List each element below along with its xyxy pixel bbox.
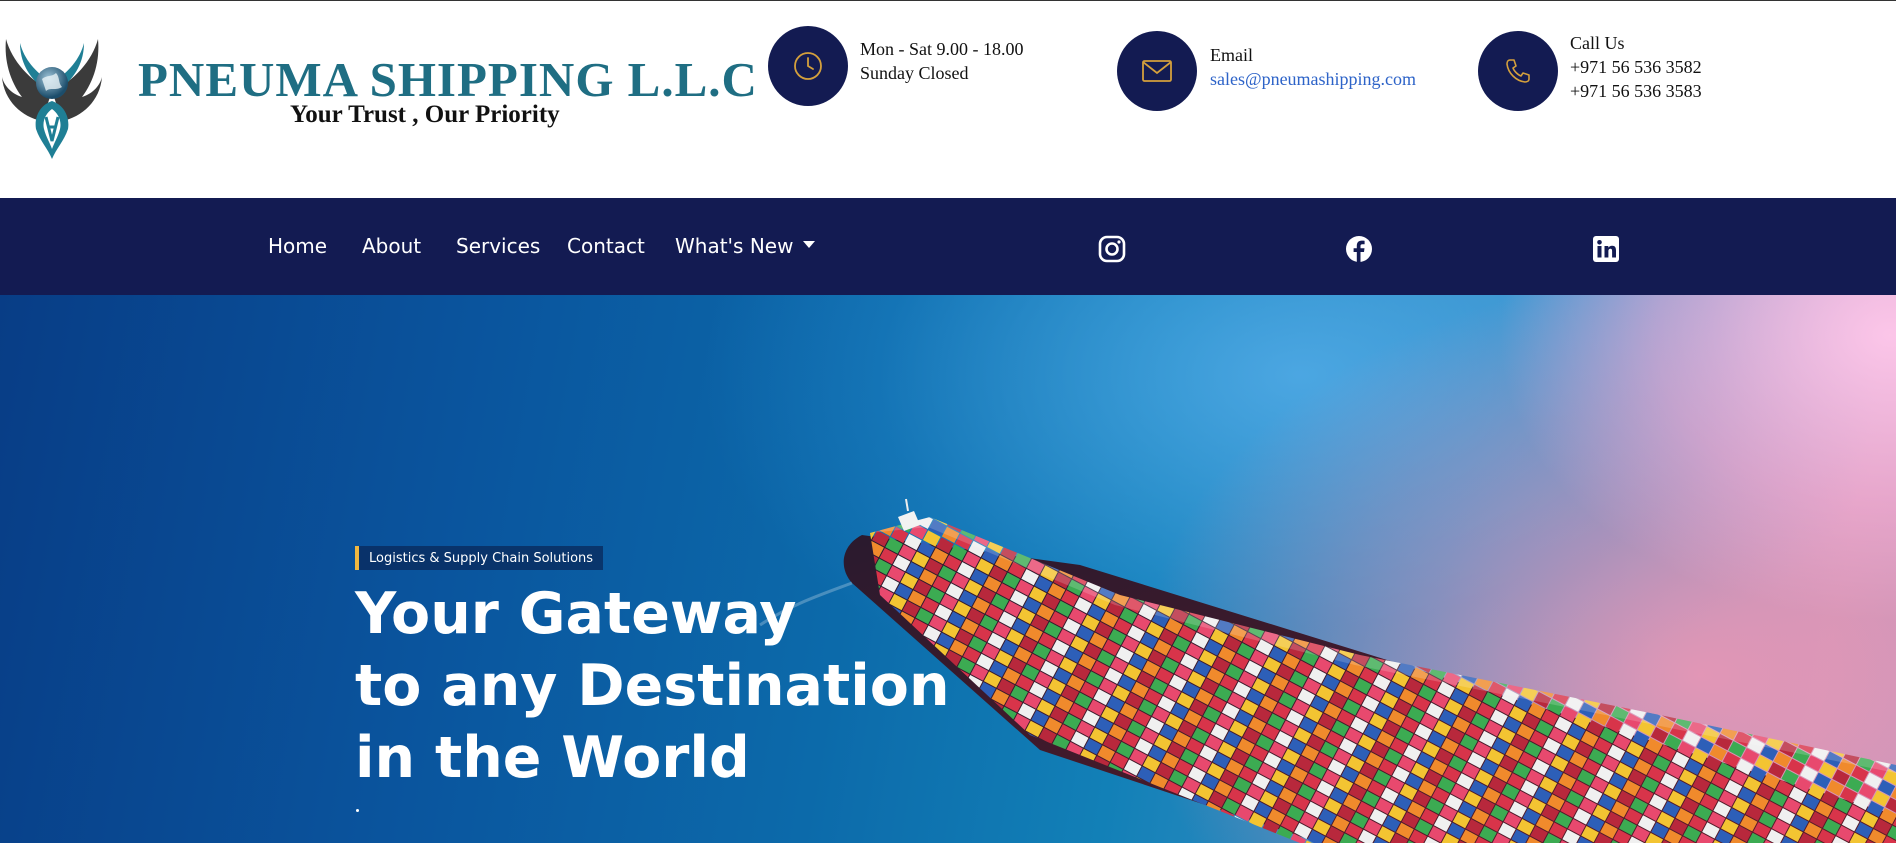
phone-block: Call Us +971 56 536 3582 +971 56 536 358… (1570, 31, 1702, 103)
nav-whats-new-label: What's New (675, 234, 794, 258)
chevron-down-icon (803, 241, 816, 248)
mail-icon (1142, 60, 1172, 82)
nav-about[interactable]: About (362, 234, 421, 258)
linkedin-icon[interactable] (1592, 235, 1620, 263)
brand-tagline: Your Trust , Our Priority (290, 101, 560, 128)
clock-icon (794, 52, 822, 80)
hero-title-line-2: to any Destination (355, 653, 950, 719)
phone-icon-circle (1478, 31, 1558, 111)
site-header: PNEUMA SHIPPING L.L.C Your Trust , Our P… (0, 1, 1896, 198)
hero-title: Your Gateway to any Destination in the W… (355, 578, 950, 794)
nav-services[interactable]: Services (456, 234, 540, 258)
email-block: Email sales@pneumashipping.com (1210, 43, 1416, 91)
phone-number-1[interactable]: +971 56 536 3582 (1570, 55, 1702, 79)
nav-whats-new-dropdown[interactable]: What's New (675, 234, 816, 258)
business-hours: Mon - Sat 9.00 - 18.00 Sunday Closed (860, 37, 1024, 85)
nav-contact[interactable]: Contact (567, 234, 645, 258)
hero-badge-text: Logistics & Supply Chain Solutions (369, 550, 594, 566)
hero-badge: Logistics & Supply Chain Solutions (355, 546, 604, 570)
phone-icon (1506, 59, 1530, 83)
logo-emblem[interactable] (0, 21, 104, 169)
clock-icon-circle (768, 26, 848, 106)
email-label: Email (1210, 45, 1253, 65)
phone-number-2[interactable]: +971 56 536 3583 (1570, 79, 1702, 103)
brand-name[interactable]: PNEUMA SHIPPING L.L.C (138, 51, 758, 108)
facebook-icon[interactable] (1345, 235, 1373, 263)
phone-label: Call Us (1570, 33, 1625, 53)
email-link[interactable]: sales@pneumashipping.com (1210, 69, 1416, 89)
nav-home[interactable]: Home (268, 234, 327, 258)
hero-title-line-3: in the World (355, 725, 750, 791)
hero-title-line-1: Your Gateway (355, 581, 797, 647)
hours-line-1: Mon - Sat 9.00 - 18.00 (860, 39, 1024, 59)
instagram-icon[interactable] (1098, 235, 1126, 263)
hours-line-2: Sunday Closed (860, 63, 969, 83)
hero-section: Logistics & Supply Chain Solutions Your … (0, 295, 1896, 843)
mail-icon-circle (1117, 31, 1197, 111)
hero-dot (356, 809, 359, 812)
